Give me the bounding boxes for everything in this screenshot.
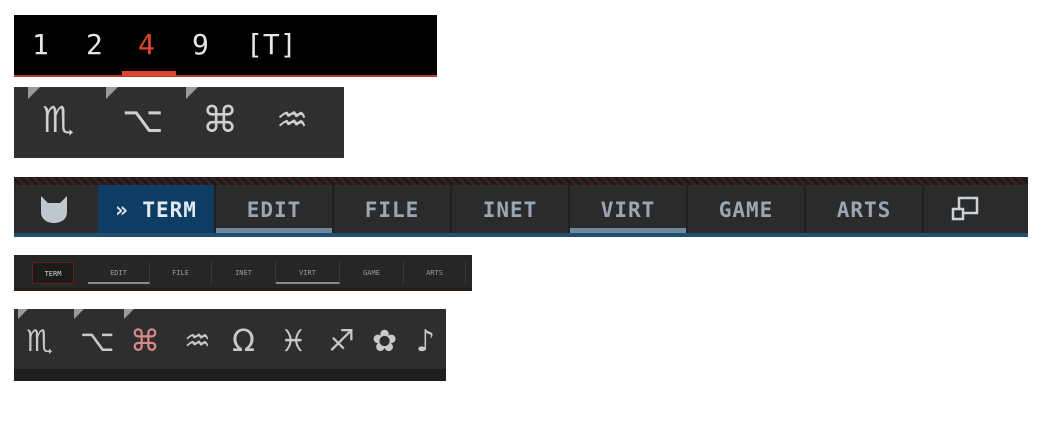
mini-tab-bar-bottom-line (14, 288, 472, 291)
main-tab-bar: » TERM EDIT FILE INET VIRT GAME ARTS (14, 177, 1028, 237)
corner-marker (74, 309, 84, 319)
scorpio-icon[interactable]: ♏ (26, 325, 53, 359)
icon-bar: ♏ ⌥ ⌘ ♒ Ω ♓ ♐ ✿ ♪ (14, 309, 446, 381)
mini-tab-file[interactable]: FILE (150, 262, 212, 284)
omega-icon[interactable]: Ω (232, 325, 255, 359)
scorpio-icon[interactable]: ♏ (42, 101, 74, 141)
tab-virt[interactable]: VIRT (570, 185, 688, 233)
mini-tab-edit[interactable]: EDIT (88, 262, 150, 284)
workspace-9[interactable]: 9 (192, 29, 209, 61)
mini-tab-arts[interactable]: ARTS (404, 262, 466, 284)
mini-tab-term[interactable]: TERM (32, 262, 74, 284)
pisces-icon[interactable]: ♓ (280, 325, 307, 359)
tab-bar-accent-line (14, 233, 1028, 237)
corner-marker (106, 87, 118, 99)
tab-term[interactable]: » TERM (98, 185, 216, 233)
mini-tab-inet[interactable]: INET (212, 262, 276, 284)
mini-tab-virt[interactable]: VIRT (276, 262, 340, 284)
tab-arts-label: ARTS (836, 198, 892, 222)
window-restore-icon[interactable] (950, 195, 980, 223)
corner-marker (186, 87, 198, 99)
command-key-icon[interactable]: ⌘ (202, 101, 238, 141)
tab-term-label: » TERM (115, 198, 197, 222)
corner-marker (124, 309, 134, 319)
workspace-2[interactable]: 2 (86, 29, 103, 61)
flower-icon[interactable]: ✿ (372, 325, 397, 359)
sagittarius-icon[interactable]: ♐ (328, 325, 355, 359)
tab-virt-label: VIRT (600, 198, 656, 222)
active-workspace-underline (122, 71, 176, 76)
music-note-icon[interactable]: ♪ (416, 325, 435, 359)
command-key-icon[interactable]: ⌘ (130, 325, 160, 359)
aquarius-icon[interactable]: ♒ (184, 325, 211, 359)
workspace-t[interactable]: [T] (246, 29, 297, 61)
tab-game-label: GAME (718, 198, 774, 222)
tab-inet-label: INET (482, 198, 538, 222)
option-key-icon[interactable]: ⌥ (122, 101, 163, 141)
tab-file-label: FILE (364, 198, 420, 222)
decorative-stripe (14, 177, 1028, 185)
tab-arts[interactable]: ARTS (806, 185, 924, 233)
cat-logo-icon[interactable] (38, 194, 70, 224)
option-key-icon[interactable]: ⌥ (80, 325, 115, 359)
mini-tab-bar: TERM EDIT FILE INET VIRT GAME ARTS (14, 255, 472, 291)
icon-bar-bottom (14, 369, 446, 381)
tab-edit-label: EDIT (246, 198, 302, 222)
corner-marker (28, 87, 40, 99)
tab-edit[interactable]: EDIT (216, 185, 334, 233)
workspace-4[interactable]: 4 (138, 29, 155, 61)
tab-game[interactable]: GAME (688, 185, 806, 233)
corner-marker (18, 309, 28, 319)
workspace-1[interactable]: 1 (32, 29, 49, 61)
tab-file[interactable]: FILE (334, 185, 452, 233)
workspace-bar: 1 2 4 9 [T] (14, 15, 437, 77)
mini-tab-game[interactable]: GAME (340, 262, 404, 284)
glyph-bar: ♏ ⌥ ⌘ ♒ (14, 87, 344, 158)
aquarius-icon[interactable]: ♒ (276, 101, 308, 141)
tab-inet[interactable]: INET (452, 185, 570, 233)
